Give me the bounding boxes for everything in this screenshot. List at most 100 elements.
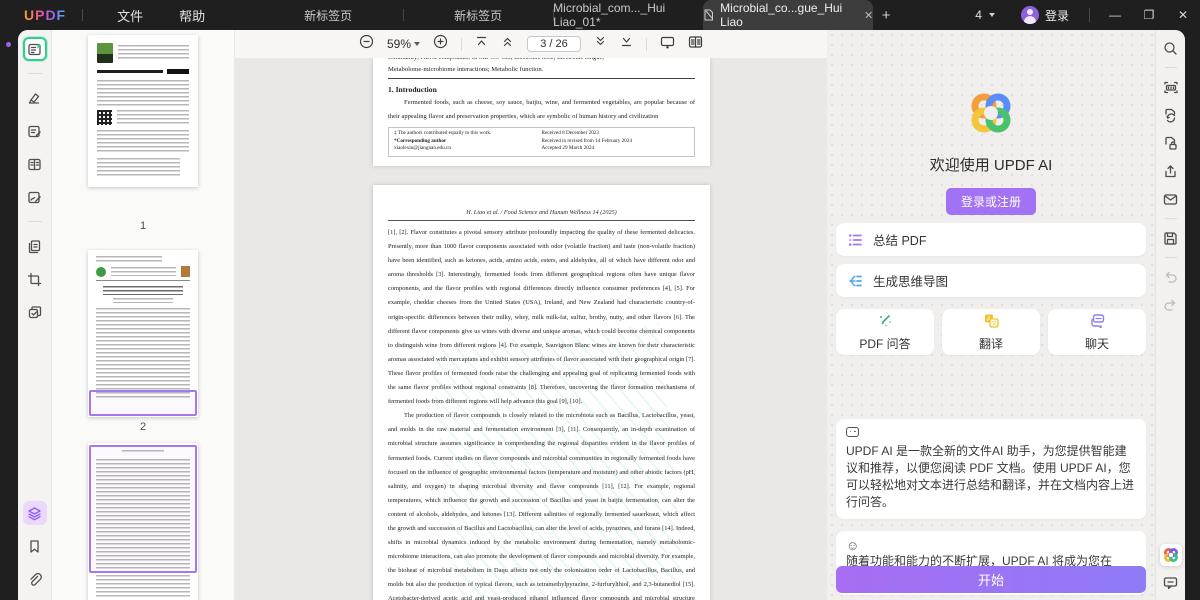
clipped-keywords-line: community; Flavor compounds; SPME-GC-MS;…: [388, 58, 695, 63]
window-close-button[interactable]: ✕: [1166, 0, 1200, 30]
pdf-qa-card[interactable]: PDF 问答: [836, 309, 934, 355]
document-icon: [703, 9, 714, 21]
smiley-icon: ☺: [846, 538, 1136, 553]
highlighter-icon[interactable]: [23, 86, 47, 110]
left-tool-sidebar: [18, 30, 52, 600]
robot-icon: [846, 427, 859, 437]
tab-document-2-active[interactable]: Microbial_co...gue_Hui Liao ✕: [703, 0, 873, 30]
attachment-icon[interactable]: [23, 567, 47, 591]
zoom-level-dropdown[interactable]: 59%: [387, 37, 420, 51]
tab-count-dropdown[interactable]: 4: [975, 8, 995, 22]
summarize-icon: [848, 233, 863, 247]
document-viewport[interactable]: community; Flavor compounds; SPME-GC-MS;…: [235, 58, 827, 600]
visible-region-indicator: [89, 445, 197, 573]
summarize-pdf-card[interactable]: 总结 PDF: [836, 223, 1146, 256]
tab-new-2[interactable]: 新标签页: [403, 0, 553, 30]
divider: [461, 38, 462, 51]
thumb-qr-code: [97, 110, 112, 125]
titlebar: UPDF 文件 帮助 新标签页 新标签页 Microbial_com..._Hu…: [0, 0, 1200, 30]
tab-new-1[interactable]: 新标签页: [253, 0, 403, 30]
right-tool-strip: [1155, 30, 1185, 600]
ocr-icon[interactable]: [1160, 76, 1182, 98]
divider: [28, 221, 42, 222]
login-register-button[interactable]: 登录或注册: [946, 188, 1036, 215]
form-fields-icon[interactable]: [23, 152, 47, 176]
page-number-input[interactable]: 3 / 26: [527, 36, 581, 52]
titlebar-right: 4 登录 — ❐ ✕: [975, 0, 1200, 30]
chat-card[interactable]: 聊天: [1048, 309, 1146, 355]
paragraph: [1], [2]. Flavor constitutes a pivotal s…: [388, 226, 695, 409]
visible-region-indicator: [89, 390, 197, 416]
start-button[interactable]: 开始: [836, 566, 1146, 593]
window-minimize-button[interactable]: —: [1098, 0, 1132, 30]
first-page-icon[interactable]: [475, 35, 488, 53]
divider: [28, 73, 42, 74]
presentation-mode-icon[interactable]: [660, 35, 675, 54]
qa-wand-icon: [877, 313, 893, 331]
stamp-icon[interactable]: [23, 300, 47, 324]
generate-mindmap-card[interactable]: 生成思维导图: [836, 264, 1146, 297]
thumbnail-page-3[interactable]: [88, 443, 198, 600]
crop-icon[interactable]: [23, 267, 47, 291]
save-icon[interactable]: [1160, 227, 1182, 249]
thumbnail-page-1[interactable]: [88, 35, 198, 187]
comment-edit-icon[interactable]: [23, 119, 47, 143]
login-account[interactable]: 登录: [1021, 6, 1069, 24]
thumbnail-page-2[interactable]: [88, 250, 198, 417]
zoom-in-icon[interactable]: [433, 34, 448, 54]
search-icon[interactable]: [1160, 37, 1182, 59]
last-page-icon[interactable]: [620, 35, 633, 53]
updf-ai-panel: 欢迎使用 UPDF AI 登录或注册 总结 PDF 生成思维导图 PDF 问答: [827, 30, 1155, 600]
window-maximize-button[interactable]: ❐: [1132, 0, 1166, 30]
menu-help[interactable]: 帮助: [161, 6, 223, 25]
main-window: 1 2 3 59%: [18, 30, 1185, 600]
tab-document-1[interactable]: Microbial_com..._Hui Liao_01*: [553, 0, 703, 30]
footnote-left: ‡ The authors contributed equally to thi…: [394, 130, 542, 153]
notification-dot: [6, 42, 11, 47]
convert-icon[interactable]: [1160, 104, 1182, 126]
avatar: [1021, 6, 1039, 24]
mindmap-icon: [848, 274, 863, 288]
chevron-down-icon: [989, 13, 995, 17]
divider: [1165, 67, 1177, 68]
ai-info-text: UPDF AI 是一款全新的文件AI 助手，为您提供智能建议和推荐，以便您阅读 …: [846, 443, 1136, 511]
tab-close-icon[interactable]: ✕: [864, 9, 873, 22]
zoom-out-icon[interactable]: [359, 34, 374, 54]
ai-welcome-title: 欢迎使用 UPDF AI: [930, 154, 1053, 175]
footnote-box: ‡ The authors contributed equally to thi…: [388, 127, 695, 157]
organize-pages-icon[interactable]: [23, 234, 47, 258]
thumb-cover-image: [97, 43, 113, 63]
previous-page-icon[interactable]: [501, 35, 514, 53]
ai-feature-cards: PDF 问答 A文 翻译 聊天: [836, 309, 1146, 355]
redo-icon[interactable]: [1160, 294, 1182, 316]
translate-card[interactable]: A文 翻译: [942, 309, 1040, 355]
pdf-page-3: H. Liao et al. / Food Science and Human …: [373, 185, 710, 600]
thumbnail-panel: 1 2 3: [52, 30, 235, 600]
undo-icon[interactable]: [1160, 266, 1182, 288]
divider: [388, 78, 695, 79]
divider: [1165, 257, 1177, 258]
updf-ai-fab-icon[interactable]: [1160, 544, 1182, 566]
reader-mode-icon[interactable]: [23, 37, 47, 61]
bookmark-icon[interactable]: [23, 534, 47, 558]
sign-icon[interactable]: [23, 185, 47, 209]
new-tab-button[interactable]: +: [873, 0, 899, 30]
divider: [1089, 8, 1090, 22]
divider: [1165, 218, 1177, 219]
keywords-line: Metabolome-microbiome interactions; Meta…: [388, 66, 695, 73]
next-page-icon[interactable]: [594, 35, 607, 53]
chevron-down-icon: [414, 42, 420, 46]
running-header: H. Liao et al. / Food Science and Human …: [388, 209, 695, 216]
divider: [82, 9, 83, 21]
protect-icon[interactable]: [1160, 132, 1182, 154]
footnote-right: Received 8 December 2023 Received in rev…: [542, 130, 690, 153]
thumbnail-page-number: 2: [52, 421, 234, 433]
ai-info-box-1: UPDF AI 是一款全新的文件AI 助手，为您提供智能建议和推荐，以便您阅读 …: [836, 419, 1146, 519]
mail-icon[interactable]: [1160, 188, 1182, 210]
menu-file[interactable]: 文件: [99, 6, 161, 25]
thumbnails-panel-icon[interactable]: [23, 501, 47, 525]
section-heading: 1. Introduction: [388, 85, 695, 94]
share-icon[interactable]: [1160, 160, 1182, 182]
feedback-icon[interactable]: [1160, 572, 1182, 594]
reading-mode-icon[interactable]: [688, 35, 703, 54]
